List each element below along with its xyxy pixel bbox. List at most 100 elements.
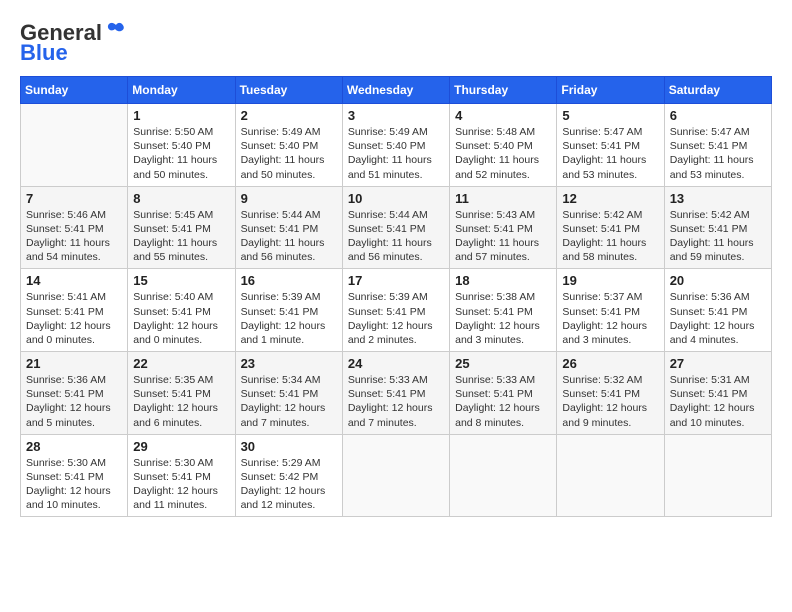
calendar-cell: 2 Sunrise: 5:49 AM Sunset: 5:40 PM Daylig…	[235, 104, 342, 187]
day-info: Sunrise: 5:39 AM Sunset: 5:41 PM Dayligh…	[241, 290, 337, 347]
calendar-week-row: 1 Sunrise: 5:50 AM Sunset: 5:40 PM Daylig…	[21, 104, 772, 187]
calendar-cell: 11 Sunrise: 5:43 AM Sunset: 5:41 PM Dayli…	[450, 186, 557, 269]
day-number: 14	[26, 273, 122, 288]
calendar-cell: 19 Sunrise: 5:37 AM Sunset: 5:41 PM Dayli…	[557, 269, 664, 352]
calendar-week-row: 21 Sunrise: 5:36 AM Sunset: 5:41 PM Dayli…	[21, 352, 772, 435]
calendar-cell: 13 Sunrise: 5:42 AM Sunset: 5:41 PM Dayli…	[664, 186, 771, 269]
day-number: 20	[670, 273, 766, 288]
day-info: Sunrise: 5:38 AM Sunset: 5:41 PM Dayligh…	[455, 290, 551, 347]
day-number: 4	[455, 108, 551, 123]
weekday-header: Wednesday	[342, 77, 449, 104]
weekday-header: Friday	[557, 77, 664, 104]
logo: General Blue	[20, 20, 126, 66]
day-number: 10	[348, 191, 444, 206]
day-number: 3	[348, 108, 444, 123]
calendar-cell: 15Sunrise: 5:40 AM Sunset: 5:41 PM Dayli…	[128, 269, 235, 352]
day-number: 13	[670, 191, 766, 206]
day-number: 25	[455, 356, 551, 371]
calendar-cell: 14 Sunrise: 5:41 AM Sunset: 5:41 PM Dayli…	[21, 269, 128, 352]
day-number: 7	[26, 191, 122, 206]
calendar-cell: 9 Sunrise: 5:44 AM Sunset: 5:41 PM Daylig…	[235, 186, 342, 269]
calendar-table: SundayMondayTuesdayWednesdayThursdayFrid…	[20, 76, 772, 517]
calendar-cell	[557, 434, 664, 517]
day-number: 15	[133, 273, 229, 288]
day-info: Sunrise: 5:41 AM Sunset: 5:41 PM Dayligh…	[26, 290, 122, 347]
day-number: 16	[241, 273, 337, 288]
day-number: 12	[562, 191, 658, 206]
calendar-cell: 26 Sunrise: 5:32 AM Sunset: 5:41 PM Dayli…	[557, 352, 664, 435]
calendar-cell	[21, 104, 128, 187]
day-info: Sunrise: 5:33 AM Sunset: 5:41 PM Dayligh…	[455, 373, 551, 430]
day-info: Sunrise: 5:36 AM Sunset: 5:41 PM Dayligh…	[26, 373, 122, 430]
day-number: 29	[133, 439, 229, 454]
day-number: 9	[241, 191, 337, 206]
calendar-cell: 10 Sunrise: 5:44 AM Sunset: 5:41 PM Dayli…	[342, 186, 449, 269]
calendar-cell: 25 Sunrise: 5:33 AM Sunset: 5:41 PM Dayli…	[450, 352, 557, 435]
day-info: Sunrise: 5:42 AM Sunset: 5:41 PM Dayligh…	[562, 208, 658, 265]
day-info: Sunrise: 5:43 AM Sunset: 5:41 PM Dayligh…	[455, 208, 551, 265]
day-info: Sunrise: 5:45 AM Sunset: 5:41 PM Dayligh…	[133, 208, 229, 265]
day-number: 27	[670, 356, 766, 371]
calendar-cell	[450, 434, 557, 517]
day-info: Sunrise: 5:33 AM Sunset: 5:41 PM Dayligh…	[348, 373, 444, 430]
weekday-header: Tuesday	[235, 77, 342, 104]
day-info: Sunrise: 5:49 AM Sunset: 5:40 PM Dayligh…	[241, 125, 337, 182]
calendar-cell: 5Sunrise: 5:47 AM Sunset: 5:41 PM Daylig…	[557, 104, 664, 187]
day-number: 18	[455, 273, 551, 288]
calendar-cell: 21 Sunrise: 5:36 AM Sunset: 5:41 PM Dayli…	[21, 352, 128, 435]
weekday-header: Thursday	[450, 77, 557, 104]
day-number: 2	[241, 108, 337, 123]
day-number: 30	[241, 439, 337, 454]
day-info: Sunrise: 5:49 AM Sunset: 5:40 PM Dayligh…	[348, 125, 444, 182]
day-info: Sunrise: 5:35 AM Sunset: 5:41 PM Dayligh…	[133, 373, 229, 430]
day-number: 1	[133, 108, 229, 123]
calendar-cell: 1 Sunrise: 5:50 AM Sunset: 5:40 PM Daylig…	[128, 104, 235, 187]
day-info: Sunrise: 5:30 AM Sunset: 5:41 PM Dayligh…	[133, 456, 229, 513]
day-info: Sunrise: 5:42 AM Sunset: 5:41 PM Dayligh…	[670, 208, 766, 265]
day-number: 28	[26, 439, 122, 454]
calendar-cell: 8 Sunrise: 5:45 AM Sunset: 5:41 PM Daylig…	[128, 186, 235, 269]
day-info: Sunrise: 5:31 AM Sunset: 5:41 PM Dayligh…	[670, 373, 766, 430]
calendar-cell: 20Sunrise: 5:36 AM Sunset: 5:41 PM Dayli…	[664, 269, 771, 352]
day-info: Sunrise: 5:37 AM Sunset: 5:41 PM Dayligh…	[562, 290, 658, 347]
calendar-cell: 7Sunrise: 5:46 AM Sunset: 5:41 PM Daylig…	[21, 186, 128, 269]
calendar-cell: 17 Sunrise: 5:39 AM Sunset: 5:41 PM Dayli…	[342, 269, 449, 352]
day-number: 26	[562, 356, 658, 371]
day-number: 21	[26, 356, 122, 371]
day-number: 8	[133, 191, 229, 206]
calendar-week-row: 7Sunrise: 5:46 AM Sunset: 5:41 PM Daylig…	[21, 186, 772, 269]
day-number: 22	[133, 356, 229, 371]
calendar-cell: 27 Sunrise: 5:31 AM Sunset: 5:41 PM Dayli…	[664, 352, 771, 435]
logo-blue-text: Blue	[20, 40, 68, 66]
weekday-header: Monday	[128, 77, 235, 104]
day-number: 19	[562, 273, 658, 288]
day-info: Sunrise: 5:47 AM Sunset: 5:41 PM Dayligh…	[562, 125, 658, 182]
calendar-week-row: 14 Sunrise: 5:41 AM Sunset: 5:41 PM Dayli…	[21, 269, 772, 352]
calendar-cell: 3 Sunrise: 5:49 AM Sunset: 5:40 PM Daylig…	[342, 104, 449, 187]
calendar-cell: 18 Sunrise: 5:38 AM Sunset: 5:41 PM Dayli…	[450, 269, 557, 352]
day-info: Sunrise: 5:48 AM Sunset: 5:40 PM Dayligh…	[455, 125, 551, 182]
day-number: 24	[348, 356, 444, 371]
calendar-cell: 16 Sunrise: 5:39 AM Sunset: 5:41 PM Dayli…	[235, 269, 342, 352]
day-info: Sunrise: 5:29 AM Sunset: 5:42 PM Dayligh…	[241, 456, 337, 513]
calendar-cell: 29 Sunrise: 5:30 AM Sunset: 5:41 PM Dayli…	[128, 434, 235, 517]
page-header: General Blue	[20, 20, 772, 66]
weekday-header: Sunday	[21, 77, 128, 104]
day-info: Sunrise: 5:50 AM Sunset: 5:40 PM Dayligh…	[133, 125, 229, 182]
calendar-cell	[342, 434, 449, 517]
calendar-header-row: SundayMondayTuesdayWednesdayThursdayFrid…	[21, 77, 772, 104]
day-info: Sunrise: 5:32 AM Sunset: 5:41 PM Dayligh…	[562, 373, 658, 430]
calendar-cell: 12 Sunrise: 5:42 AM Sunset: 5:41 PM Dayli…	[557, 186, 664, 269]
day-info: Sunrise: 5:47 AM Sunset: 5:41 PM Dayligh…	[670, 125, 766, 182]
day-number: 17	[348, 273, 444, 288]
day-info: Sunrise: 5:44 AM Sunset: 5:41 PM Dayligh…	[241, 208, 337, 265]
calendar-cell: 4 Sunrise: 5:48 AM Sunset: 5:40 PM Daylig…	[450, 104, 557, 187]
calendar-cell: 22 Sunrise: 5:35 AM Sunset: 5:41 PM Dayli…	[128, 352, 235, 435]
logo-bird-icon	[104, 22, 126, 40]
weekday-header: Saturday	[664, 77, 771, 104]
calendar-cell: 24 Sunrise: 5:33 AM Sunset: 5:41 PM Dayli…	[342, 352, 449, 435]
calendar-cell: 28Sunrise: 5:30 AM Sunset: 5:41 PM Dayli…	[21, 434, 128, 517]
day-number: 11	[455, 191, 551, 206]
day-info: Sunrise: 5:44 AM Sunset: 5:41 PM Dayligh…	[348, 208, 444, 265]
day-info: Sunrise: 5:39 AM Sunset: 5:41 PM Dayligh…	[348, 290, 444, 347]
